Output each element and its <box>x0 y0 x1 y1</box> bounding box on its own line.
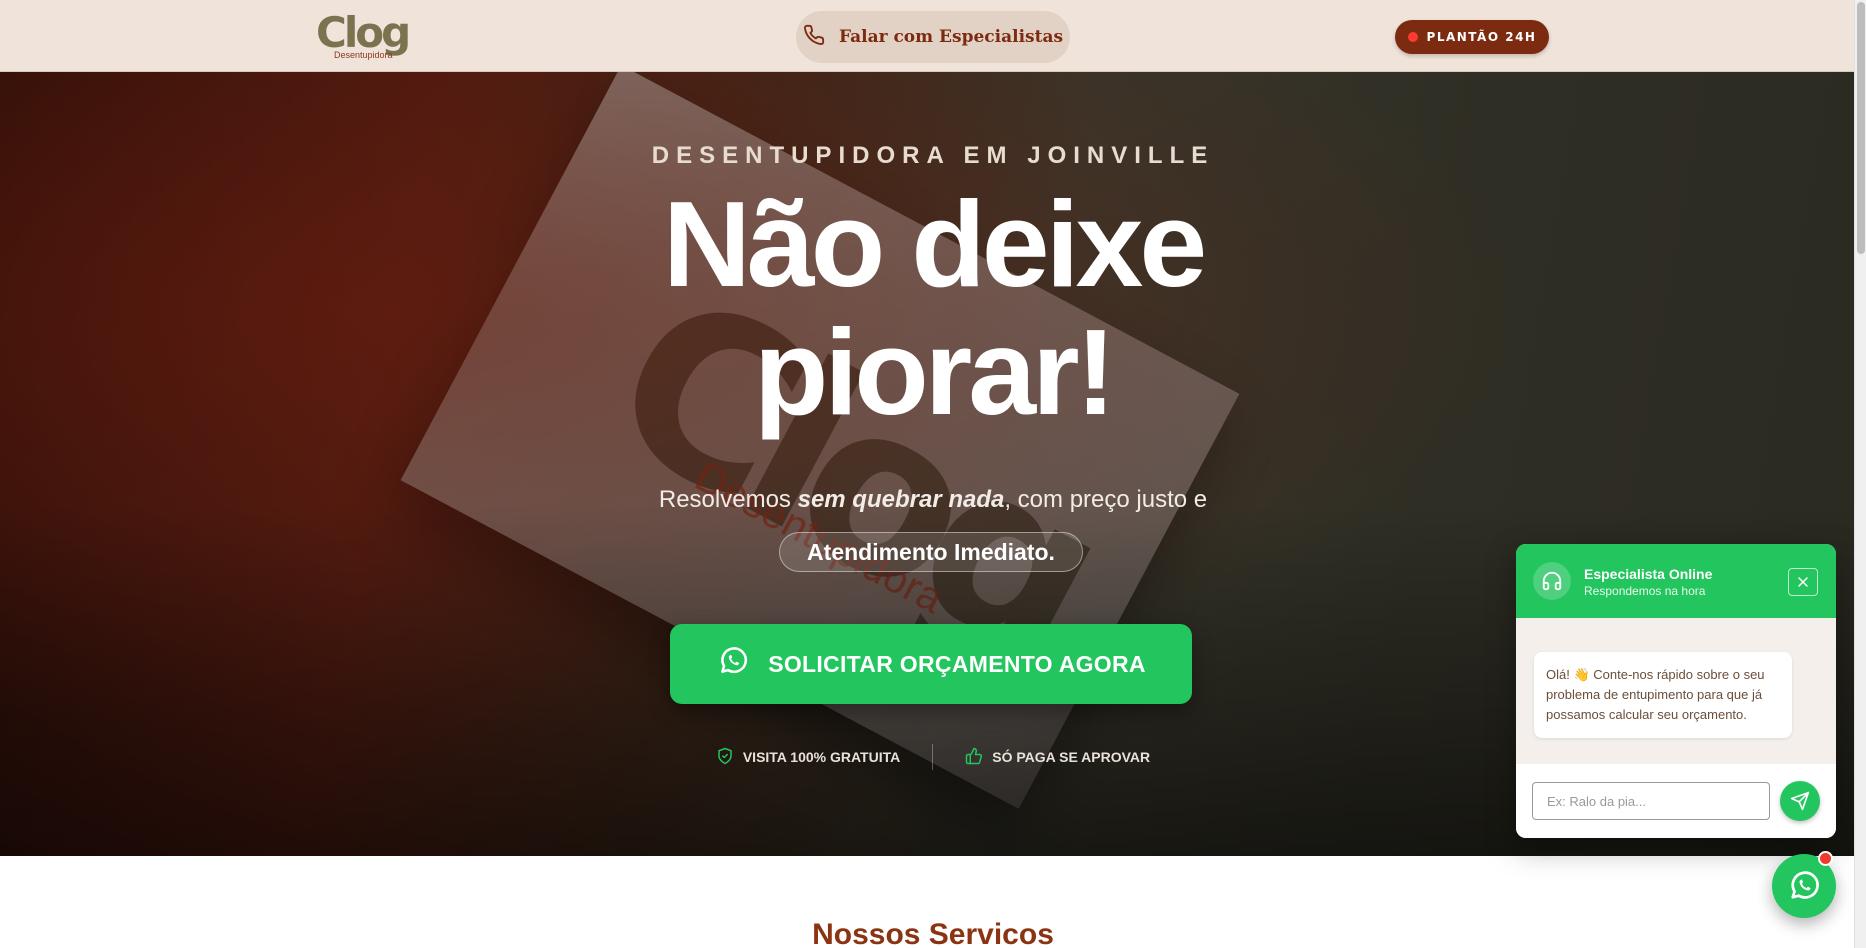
chat-close-button[interactable] <box>1788 568 1818 596</box>
send-icon <box>1790 791 1810 811</box>
chat-status: Respondemos na hora <box>1584 584 1706 598</box>
chat-header: Especialista Online Respondemos na hora <box>1516 544 1836 618</box>
live-dot-icon <box>1407 32 1418 42</box>
whatsapp-icon <box>716 644 750 684</box>
chat-message-bubble: Olá! 👋 Conte-nos rápido sobre o seu prob… <box>1534 652 1792 738</box>
hero-subline: Resolvemos sem quebrar nada, com preço j… <box>0 486 1866 514</box>
clog-logo[interactable]: Clog Desentupidora <box>316 10 420 62</box>
scrollbar-thumb[interactable] <box>1857 2 1865 254</box>
thumbs-up-icon <box>965 747 983 768</box>
cta-label: SOLICITAR ORÇAMENTO AGORA <box>768 650 1146 677</box>
trust-pay-if-approve: SÓ PAGA SE APROVAR <box>965 747 1150 768</box>
call-button-label: Falar com Especialistas <box>838 27 1064 47</box>
trust-free-visit: VISITA 100% GRATUITA <box>716 747 900 768</box>
headset-icon <box>1533 562 1571 600</box>
logo-subtext: Desentupidora <box>334 50 393 60</box>
chat-title: Especialista Online <box>1584 566 1713 582</box>
chat-message-input[interactable] <box>1532 782 1770 820</box>
plantao-label: PLANTÃO 24H <box>1426 30 1537 44</box>
trust-divider <box>932 744 934 770</box>
chat-send-button[interactable] <box>1780 781 1820 821</box>
services-section-title: Nossos Servicos <box>812 918 1054 948</box>
subline-emphasis: sem quebrar nada <box>797 486 1005 513</box>
trust-pay-label: SÓ PAGA SE APROVAR <box>992 749 1151 765</box>
whatsapp-icon <box>1791 871 1819 899</box>
notification-badge <box>1818 851 1833 866</box>
chat-body: Olá! 👋 Conte-nos rápido sobre o seu prob… <box>1516 618 1836 764</box>
close-icon <box>1798 577 1808 587</box>
shield-check-icon <box>716 747 734 768</box>
hero-headline: Não deixe piorar! <box>560 180 1306 436</box>
hero-eyebrow: DESENTUPIDORA EM JOINVILLE <box>651 142 1215 169</box>
immediate-service-pill: Atendimento Imediato. <box>779 532 1083 572</box>
subline-prefix: Resolvemos <box>658 486 798 513</box>
plantao-24h-badge[interactable]: PLANTÃO 24H <box>1395 20 1549 54</box>
phone-icon <box>803 24 825 51</box>
chat-widget: Especialista Online Respondemos na hora … <box>1516 544 1836 838</box>
page-scrollbar[interactable] <box>1854 0 1866 948</box>
subline-suffix: , com preço justo e <box>1004 486 1208 513</box>
request-quote-button[interactable]: SOLICITAR ORÇAMENTO AGORA <box>670 624 1192 704</box>
chat-footer <box>1516 764 1836 838</box>
call-specialists-button[interactable]: Falar com Especialistas <box>796 11 1070 63</box>
trust-free-visit-label: VISITA 100% GRATUITA <box>742 749 901 765</box>
headline-line-2: piorar! <box>753 304 1116 440</box>
site-header: Clog Desentupidora Falar com Especialist… <box>0 0 1866 72</box>
headline-line-1: Não deixe <box>662 176 1207 312</box>
